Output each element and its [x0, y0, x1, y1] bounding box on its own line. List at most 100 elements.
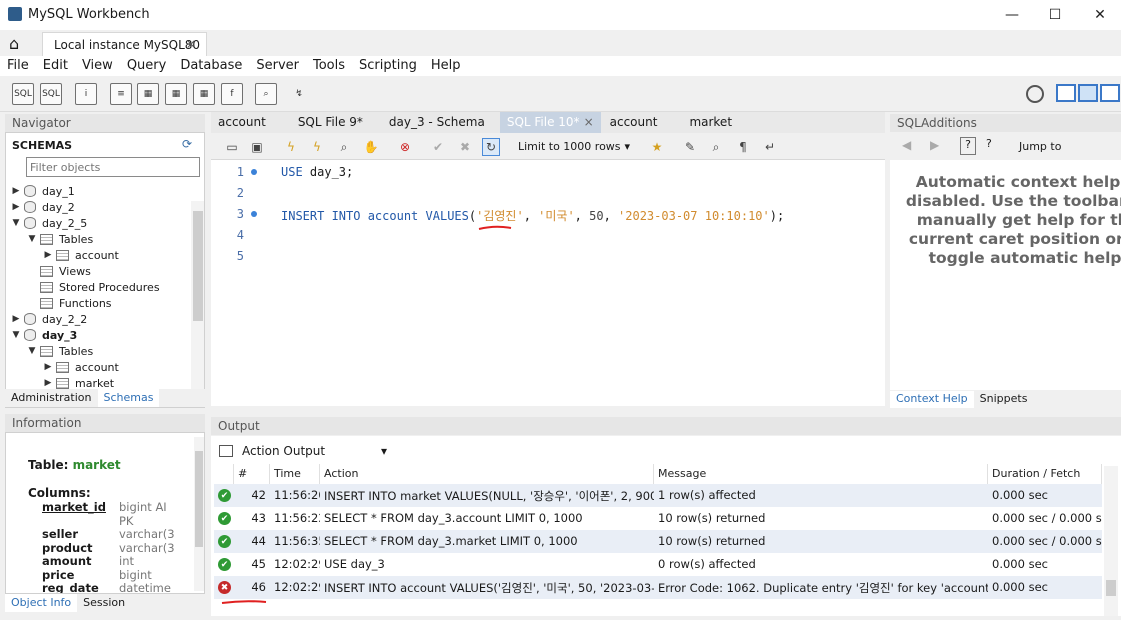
close-button[interactable]: ✕	[1077, 0, 1121, 30]
collapse-icon[interactable]: ▼	[10, 218, 22, 228]
beautify-icon[interactable]: ✎	[681, 138, 699, 156]
manual-help-icon[interactable]: ?	[960, 137, 976, 155]
new-sql-tab-icon[interactable]: SQL	[12, 83, 34, 105]
menu-scripting[interactable]: Scripting	[352, 56, 424, 76]
tab-market[interactable]: market	[682, 112, 739, 133]
tree-item-views[interactable]: Views	[10, 263, 190, 279]
back-icon[interactable]: ◀	[902, 138, 911, 152]
sql-editor[interactable]: 1 2 3 4 5 USE day_3; INSERT INTO account…	[211, 160, 885, 406]
tab-sql-file-10[interactable]: SQL File 10* ×	[499, 112, 601, 133]
toggle-output-icon[interactable]	[1078, 84, 1098, 102]
create-table-icon[interactable]: ▦	[137, 83, 159, 105]
settings-gear-icon[interactable]	[1026, 85, 1044, 103]
tab-day-3-schema[interactable]: day_3 - Schema	[382, 112, 492, 133]
tab-schemas[interactable]: Schemas	[97, 389, 160, 407]
tree-item-functions[interactable]: Functions	[10, 295, 190, 311]
tree-item-day-2[interactable]: ▶ day_2	[10, 199, 190, 215]
copy-icon[interactable]	[219, 445, 233, 457]
tree-item-day-2-5[interactable]: ▼ day_2_5	[10, 215, 190, 231]
close-tab-icon[interactable]: ×	[186, 37, 196, 51]
toggle-sidebar-icon[interactable]	[1056, 84, 1076, 102]
expand-icon[interactable]: ▶	[10, 186, 22, 196]
menu-file[interactable]: File	[0, 56, 36, 76]
filter-objects-input[interactable]	[26, 157, 200, 177]
tree-item-account[interactable]: ▶ account	[10, 359, 190, 375]
tree-item-tables[interactable]: ▼ Tables	[10, 231, 190, 247]
refresh-icon[interactable]: ⟳	[182, 137, 192, 151]
execute-icon[interactable]: ϟ	[282, 138, 300, 156]
minimize-button[interactable]: —	[989, 0, 1035, 30]
column-header-action[interactable]: Action	[320, 464, 654, 484]
create-function-icon[interactable]: f	[221, 83, 243, 105]
column-header-duration[interactable]: Duration / Fetch	[988, 464, 1102, 484]
toggle-additions-icon[interactable]	[1100, 84, 1120, 102]
tree-item-day-1[interactable]: ▶ day_1	[10, 183, 190, 199]
column-header-message[interactable]: Message	[654, 464, 988, 484]
output-row-error[interactable]: ✖ 46 12:02:29 INSERT INTO account VALUES…	[214, 576, 1102, 599]
information-scroll-thumb[interactable]	[195, 451, 203, 547]
maximize-button[interactable]: ☐	[1032, 0, 1078, 30]
open-file-icon[interactable]: ▭	[223, 138, 241, 156]
tab-account[interactable]: account	[603, 112, 665, 133]
menu-server[interactable]: Server	[249, 56, 306, 76]
tab-object-info[interactable]: Object Info	[5, 594, 78, 612]
explain-icon[interactable]: ⌕	[335, 138, 353, 156]
tab-context-help[interactable]: Context Help	[890, 391, 974, 408]
output-row[interactable]: ✔ 45 12:02:29 USE day_3 0 row(s) affecte…	[214, 553, 1102, 576]
menu-database[interactable]: Database	[173, 56, 249, 76]
close-tab-icon[interactable]: ×	[584, 115, 594, 129]
toggle-stop-on-error-icon[interactable]: ⊗	[396, 138, 414, 156]
collapse-icon[interactable]: ▼	[26, 234, 38, 244]
tab-sql-file-9[interactable]: SQL File 9*	[291, 112, 370, 133]
tab-session[interactable]: Session	[77, 594, 131, 612]
column-header-number[interactable]: #	[234, 464, 270, 484]
execute-current-icon[interactable]: ϟ	[308, 138, 326, 156]
save-icon[interactable]: ▣	[248, 138, 266, 156]
tab-administration[interactable]: Administration	[5, 389, 98, 407]
menu-edit[interactable]: Edit	[36, 56, 75, 76]
tree-item-account[interactable]: ▶ account	[10, 247, 190, 263]
expand-icon[interactable]: ▶	[42, 250, 54, 260]
find-icon[interactable]: ⌕	[707, 138, 725, 156]
inspector-icon[interactable]: i	[75, 83, 97, 105]
output-row[interactable]: ✔ 43 11:56:22 SELECT * FROM day_3.accoun…	[214, 507, 1102, 530]
open-sql-script-icon[interactable]: SQL	[40, 83, 62, 105]
search-table-data-icon[interactable]: ⌕	[255, 83, 277, 105]
home-icon[interactable]: ⌂	[9, 34, 19, 53]
collapse-icon[interactable]: ▼	[26, 346, 38, 356]
tab-account[interactable]: account	[211, 112, 273, 133]
stop-icon[interactable]: ✋	[362, 138, 380, 156]
create-procedure-icon[interactable]: ▦	[193, 83, 215, 105]
create-schema-icon[interactable]: ≡	[110, 83, 132, 105]
forward-icon[interactable]: ▶	[930, 138, 939, 152]
tab-local-instance[interactable]: Local instance MySQL80 ×	[42, 32, 207, 56]
add-snippet-icon[interactable]: ★	[648, 138, 666, 156]
expand-icon[interactable]: ▶	[10, 202, 22, 212]
menu-tools[interactable]: Tools	[306, 56, 352, 76]
output-row[interactable]: ✔ 44 11:56:35 SELECT * FROM day_3.market…	[214, 530, 1102, 553]
output-mode-select[interactable]: Action Output ▾	[219, 442, 387, 460]
tree-item-stored-procedures[interactable]: Stored Procedures	[10, 279, 190, 295]
tree-item-tables[interactable]: ▼ Tables	[10, 343, 190, 359]
output-row[interactable]: ✔ 42 11:56:20 INSERT INTO market VALUES(…	[214, 484, 1102, 507]
invisible-chars-icon[interactable]: ¶	[734, 138, 752, 156]
menu-view[interactable]: View	[75, 56, 120, 76]
tree-item-day-3[interactable]: ▼ day_3	[10, 327, 190, 343]
create-view-icon[interactable]: ▦	[165, 83, 187, 105]
column-header-time[interactable]: Time	[270, 464, 320, 484]
expand-icon[interactable]: ▶	[10, 314, 22, 324]
expand-icon[interactable]: ▶	[42, 378, 54, 388]
tree-item-day-2-2[interactable]: ▶ day_2_2	[10, 311, 190, 327]
tab-snippets[interactable]: Snippets	[974, 391, 1034, 408]
navigator-scroll-thumb[interactable]	[193, 211, 203, 321]
reconnect-icon[interactable]: ↯	[288, 83, 310, 105]
collapse-icon[interactable]: ▼	[10, 330, 22, 340]
menu-query[interactable]: Query	[120, 56, 174, 76]
menu-help[interactable]: Help	[424, 56, 468, 76]
wrap-lines-icon[interactable]: ↵	[761, 138, 779, 156]
auto-help-icon[interactable]: ?	[986, 137, 992, 150]
limit-rows-select[interactable]: Limit to 1000 rows ▾	[514, 138, 634, 157]
commit-icon[interactable]: ✔	[429, 138, 447, 156]
autocommit-icon[interactable]: ↻	[482, 138, 500, 156]
jump-to-select[interactable]: Jump to	[1019, 140, 1061, 153]
